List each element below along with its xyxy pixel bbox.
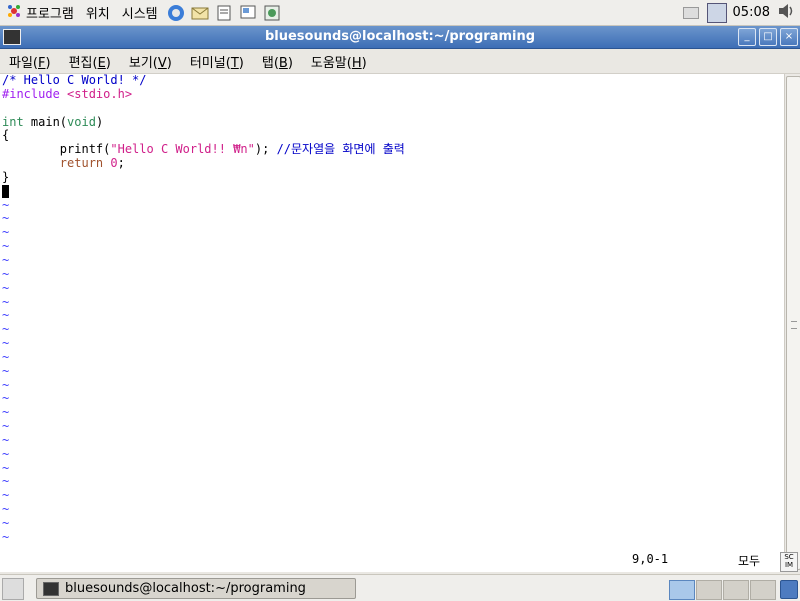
- maximize-button[interactable]: □: [759, 28, 777, 46]
- menu-edit[interactable]: 편집(E): [60, 52, 120, 71]
- clock[interactable]: 05:08: [733, 5, 770, 20]
- empty-line-tilde: ~: [2, 211, 10, 226]
- presentation-icon[interactable]: [237, 2, 259, 24]
- volume-icon[interactable]: [776, 2, 796, 23]
- workspace-2[interactable]: [696, 580, 722, 600]
- empty-line-tilde: ~: [2, 280, 10, 295]
- workspace-1[interactable]: [669, 580, 695, 600]
- code-line: int main(void): [2, 114, 104, 129]
- network-icon[interactable]: [706, 2, 727, 23]
- code-line: return 0;: [59, 156, 125, 171]
- empty-line-tilde: ~: [2, 363, 10, 378]
- terminal-menubar: 파일(F) 편집(E) 보기(V) 터미널(T) 탭(B) 도움말(H): [0, 49, 800, 74]
- empty-line-tilde: ~: [2, 308, 10, 323]
- empty-line-tilde: ~: [2, 391, 10, 406]
- empty-line-tilde: ~: [2, 294, 10, 309]
- vim-editor[interactable]: /* Hello C World! */#include <stdio.h> in…: [0, 73, 784, 572]
- text-cursor: [2, 184, 9, 198]
- empty-line-tilde: ~: [2, 322, 10, 337]
- system-tray: 05:08: [682, 0, 800, 25]
- writer-icon[interactable]: [213, 2, 235, 24]
- empty-line-tilde: ~: [2, 239, 10, 254]
- empty-line-tilde: ~: [2, 529, 10, 544]
- empty-line-tilde: ~: [2, 197, 10, 212]
- system-menu[interactable]: 시스템: [116, 0, 164, 25]
- menu-file-label: 파일: [9, 55, 33, 71]
- code-line: }: [2, 169, 10, 184]
- empty-line-tilde: ~: [2, 446, 10, 461]
- menu-terminal-key: T: [230, 55, 239, 71]
- menu-terminal[interactable]: 터미널(T): [181, 52, 253, 71]
- menu-view-label: 보기: [128, 55, 153, 71]
- code-line: #include <stdio.h>: [2, 86, 133, 101]
- places-menu[interactable]: 위치: [80, 0, 116, 25]
- input-method-icon[interactable]: SC IM: [780, 552, 798, 572]
- window-title: bluesounds@localhost:~/programing: [264, 29, 536, 44]
- scrollbar-thumb[interactable]: [786, 76, 800, 570]
- scroll-indicator: 모두: [738, 554, 761, 568]
- terminal-icon: [43, 581, 59, 596]
- menu-help-label: 도움말: [310, 55, 347, 71]
- menu-terminal-label: 터미널: [189, 55, 226, 71]
- code-line: printf("Hello C World!! ₩n"); //문자열을 화면에…: [2, 142, 405, 157]
- empty-line-tilde: ~: [2, 349, 10, 364]
- empty-line-tilde: ~: [2, 432, 10, 447]
- vim-status-line: 9,0-1 모두: [0, 552, 784, 568]
- applications-menu[interactable]: 프로그램: [0, 0, 80, 25]
- menu-file[interactable]: 파일(F): [0, 52, 60, 71]
- menu-edit-key: E: [97, 55, 106, 71]
- taskbar-button[interactable]: bluesounds@localhost:~/programing: [36, 578, 356, 599]
- mail-icon[interactable]: [189, 2, 211, 24]
- grip-icon: [791, 321, 797, 329]
- menu-help-key: H: [351, 55, 362, 71]
- empty-line-tilde: ~: [2, 474, 10, 489]
- notification-icon[interactable]: [682, 6, 699, 19]
- workspace-3[interactable]: [723, 580, 749, 600]
- menu-tabs-key: B: [278, 55, 288, 71]
- empty-line-tilde: ~: [2, 336, 10, 351]
- web-browser-icon[interactable]: [165, 2, 187, 24]
- menu-view-key: V: [157, 55, 167, 71]
- spreadsheet-icon[interactable]: [261, 2, 283, 24]
- top-panel: 프로그램 위치 시스템 05:08: [0, 0, 800, 26]
- minimize-button[interactable]: _: [738, 28, 756, 46]
- bottom-panel: bluesounds@localhost:~/programing: [0, 574, 800, 601]
- empty-line-tilde: ~: [2, 488, 10, 503]
- menu-tabs[interactable]: 탭(B): [253, 52, 302, 71]
- menu-view[interactable]: 보기(V): [120, 52, 181, 71]
- menu-tabs-label: 탭: [261, 55, 274, 71]
- close-button[interactable]: ×: [780, 28, 798, 46]
- trash-icon[interactable]: [780, 580, 798, 599]
- cursor-position: 9,0-1: [632, 552, 669, 566]
- empty-line-tilde: ~: [2, 460, 10, 475]
- menu-file-key: F: [38, 55, 46, 71]
- places-menu-label: 위치: [85, 7, 110, 22]
- show-desktop-button[interactable]: [2, 578, 24, 600]
- taskbar-label: bluesounds@localhost:~/programing: [65, 581, 306, 596]
- applications-menu-label: 프로그램: [26, 7, 74, 22]
- gnome-foot-icon: [6, 3, 22, 23]
- empty-line-tilde: ~: [2, 266, 10, 281]
- code-line: {: [2, 128, 10, 143]
- empty-line-tilde: ~: [2, 225, 10, 240]
- empty-line-tilde: ~: [2, 252, 10, 267]
- empty-line-tilde: ~: [2, 419, 10, 434]
- system-menu-label: 시스템: [121, 7, 158, 22]
- vertical-scrollbar[interactable]: [784, 74, 800, 572]
- workspace-4[interactable]: [750, 580, 776, 600]
- code-line: /* Hello C World! */: [2, 73, 147, 87]
- code-line: [0, 184, 784, 199]
- empty-line-tilde: ~: [2, 502, 10, 517]
- empty-line-tilde: ~: [2, 516, 10, 530]
- empty-line-tilde: ~: [2, 405, 10, 420]
- window-title-bar[interactable]: bluesounds@localhost:~/programing _ □ ×: [0, 26, 800, 49]
- menu-edit-label: 편집: [68, 55, 93, 71]
- empty-line-tilde: ~: [2, 377, 10, 392]
- menu-help[interactable]: 도움말(H): [302, 52, 376, 71]
